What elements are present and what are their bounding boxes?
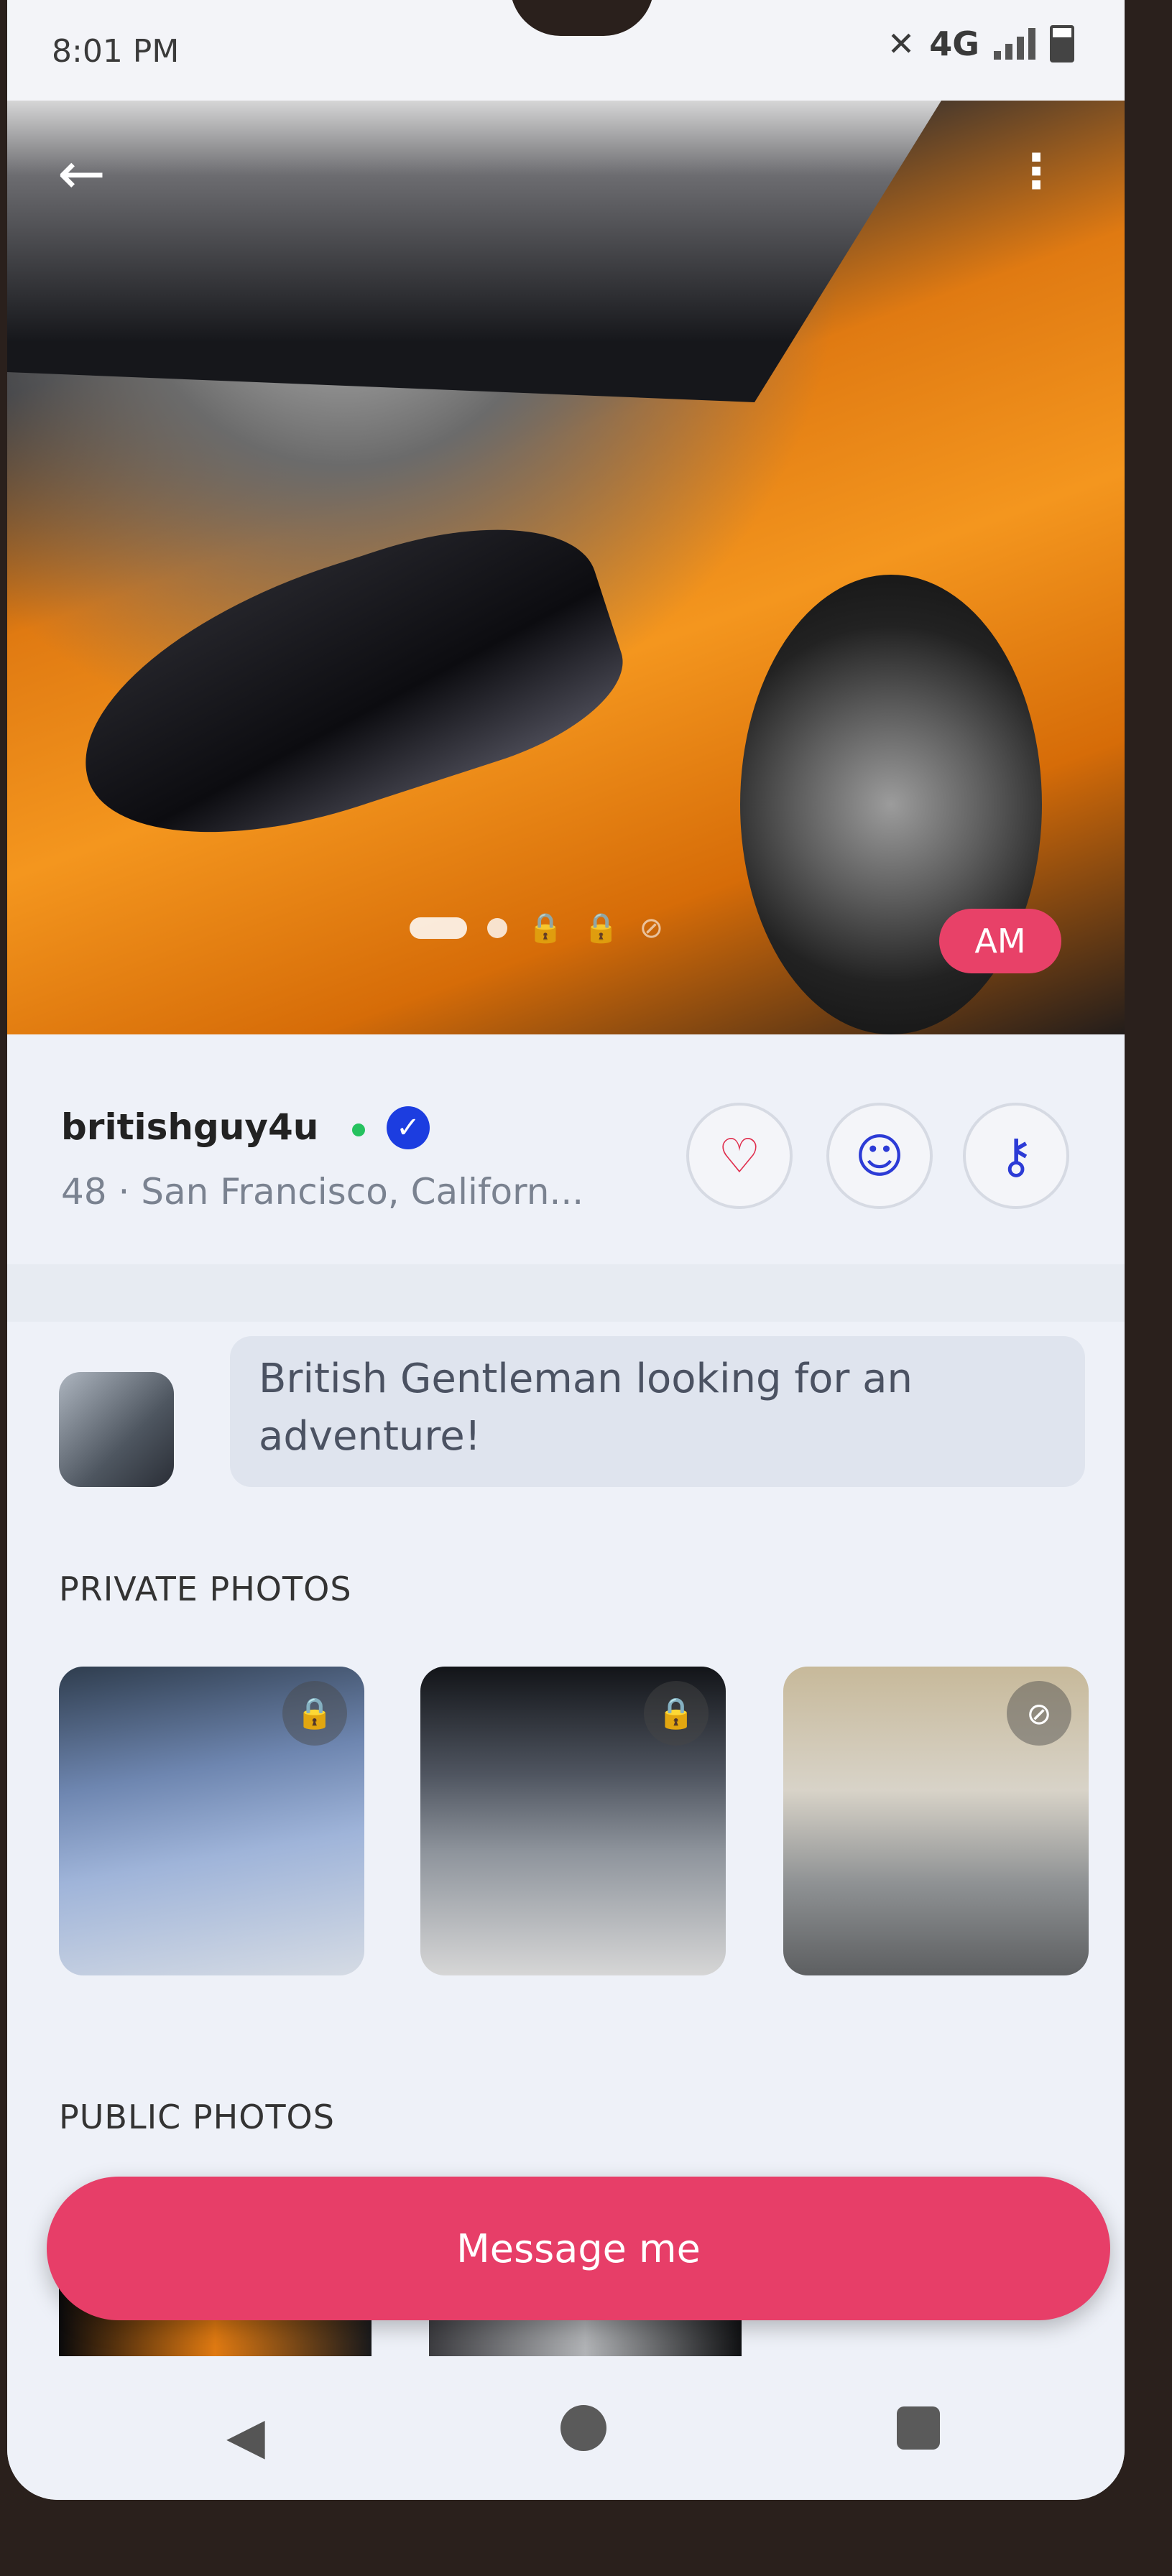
age-location: 48 · San Francisco, Californ... <box>61 1171 584 1213</box>
carousel-dot[interactable] <box>487 917 507 938</box>
username: britishguy4u <box>61 1106 319 1148</box>
am-badge: AM <box>939 909 1061 973</box>
favorite-button[interactable]: ♡ <box>686 1103 793 1209</box>
lock-icon[interactable]: 🔒 <box>527 911 563 945</box>
public-photos-title: PUBLIC PHOTOS <box>59 2098 335 2136</box>
hidden-eye-icon[interactable]: ⊘ <box>640 912 664 945</box>
key-icon: ⚷ <box>998 1128 1034 1184</box>
private-photo[interactable]: ⊘ <box>783 1667 1089 1975</box>
more-menu-icon[interactable]: ⋮ <box>1012 144 1060 199</box>
carousel-dot-active[interactable] <box>410 917 467 939</box>
mute-icon: ✕ <box>887 24 915 63</box>
nav-recents-icon[interactable] <box>897 2406 940 2450</box>
carousel-indicator: 🔒 🔒 ⊘ <box>410 911 663 945</box>
app-screen: 8:01 PM ✕ 4G ← ⋮ 🔒 🔒 ⊘ AM britishguy4u ✓ <box>7 0 1125 2500</box>
wink-face-icon: ☺ <box>854 1128 905 1184</box>
private-access-button[interactable]: ⚷ <box>963 1103 1069 1209</box>
profile-hero-photo[interactable]: ← ⋮ 🔒 🔒 ⊘ AM <box>7 101 1125 1034</box>
network-label: 4G <box>929 24 979 63</box>
lock-icon: 🔒 <box>282 1681 347 1746</box>
private-photo[interactable]: 🔒 <box>59 1667 364 1975</box>
private-photos-title: PRIVATE PHOTOS <box>59 1570 352 1608</box>
private-photo[interactable]: 🔒 <box>420 1667 726 1975</box>
status-time: 8:01 PM <box>52 33 180 70</box>
signal-icon <box>994 28 1035 60</box>
wink-button[interactable]: ☺ <box>826 1103 933 1209</box>
bio-text: British Gentleman looking for an adventu… <box>230 1336 1085 1487</box>
car-headlight <box>48 488 642 884</box>
bio-avatar <box>59 1372 174 1487</box>
heart-icon: ♡ <box>718 1128 761 1184</box>
system-nav-bar: ◀ <box>7 2363 1125 2500</box>
status-bar: 8:01 PM ✕ 4G <box>7 0 1125 101</box>
lock-icon[interactable]: 🔒 <box>583 911 619 945</box>
message-me-button[interactable]: Message me <box>47 2177 1110 2320</box>
online-status-dot <box>352 1123 365 1136</box>
hidden-eye-icon: ⊘ <box>1007 1681 1071 1746</box>
nav-back-icon[interactable]: ◀ <box>226 2406 265 2465</box>
battery-icon <box>1050 25 1074 62</box>
nav-home-icon[interactable] <box>560 2405 606 2451</box>
status-icons: ✕ 4G <box>887 24 1074 63</box>
lock-icon: 🔒 <box>644 1681 709 1746</box>
verified-badge-icon: ✓ <box>387 1106 430 1149</box>
section-divider <box>7 1264 1125 1322</box>
car-window <box>7 101 941 402</box>
back-arrow-icon[interactable]: ← <box>57 140 106 207</box>
camera-notch <box>510 0 654 36</box>
